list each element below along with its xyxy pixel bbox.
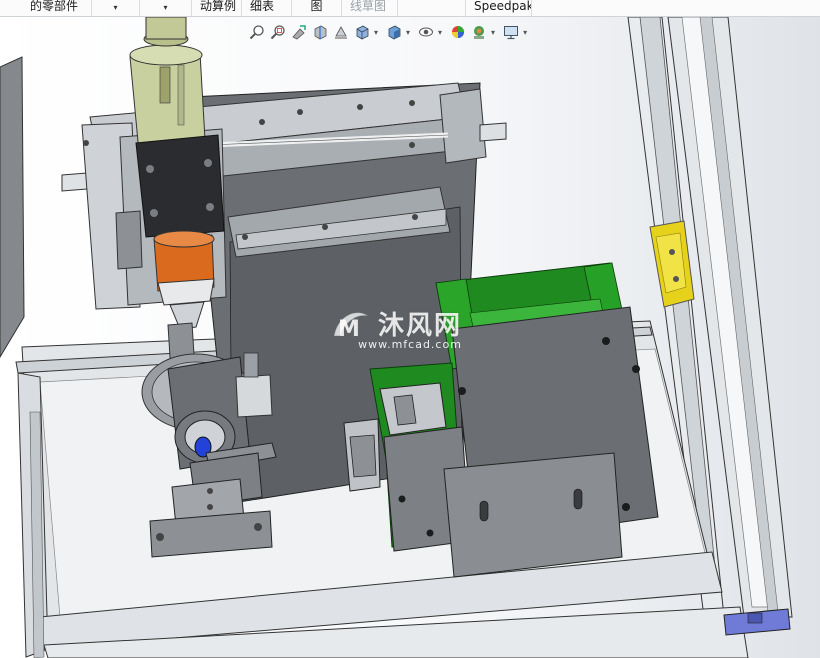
- tab-label: Speedpak: [474, 0, 532, 13]
- graphics-area[interactable]: ▾ ▾ ▾ ▾ ▾ M 沐风网 www.mfcad.com: [0, 17, 820, 658]
- chevron-down-icon[interactable]: ▾: [438, 28, 442, 37]
- chevron-down-icon[interactable]: ▾: [374, 28, 378, 37]
- zoom-to-fit-icon[interactable]: [248, 23, 266, 41]
- tab-layout-sketch[interactable]: 线草图: [342, 0, 398, 16]
- tab-dropdown-2[interactable]: ▾: [140, 0, 192, 16]
- display-style-icon[interactable]: [385, 23, 403, 41]
- tab-bill-of-materials[interactable]: 细表: [242, 0, 292, 16]
- tab-label: 动算例: [200, 0, 237, 13]
- zoom-to-area-icon[interactable]: [269, 23, 287, 41]
- heads-up-view-toolbar: ▾ ▾ ▾ ▾ ▾: [248, 23, 531, 41]
- tab-speedpak[interactable]: Speedpak: [466, 0, 532, 16]
- section-view-icon[interactable]: [311, 23, 329, 41]
- chevron-down-icon[interactable]: ▾: [523, 28, 527, 37]
- chevron-down-icon[interactable]: ▾: [406, 28, 410, 37]
- tab-empty[interactable]: [398, 0, 466, 16]
- tab-motion-study[interactable]: 动算例: [192, 0, 242, 16]
- tab-label: 细表: [250, 0, 275, 13]
- chevron-down-icon: ▾: [163, 3, 168, 12]
- apply-scene-icon[interactable]: [470, 23, 488, 41]
- solidworks-window: 的零部件 ▾ ▾ 动算例 细表 图 线草图 Speedpak ▾ ▾ ▾ ▾ ▾…: [0, 0, 820, 658]
- dynamic-annotation-icon[interactable]: [332, 23, 350, 41]
- tab-label: 线草图: [350, 0, 387, 13]
- view-settings-icon[interactable]: [502, 23, 520, 41]
- tab-drawing[interactable]: 图: [292, 0, 342, 16]
- tab-dropdown-1[interactable]: ▾: [92, 0, 140, 16]
- tab-label: 图: [310, 0, 323, 13]
- previous-view-icon[interactable]: [290, 23, 308, 41]
- tab-components[interactable]: 的零部件: [0, 0, 92, 16]
- chevron-down-icon: ▾: [113, 3, 118, 12]
- hide-show-items-icon[interactable]: [417, 23, 435, 41]
- command-manager-tabs: 的零部件 ▾ ▾ 动算例 细表 图 线草图 Speedpak: [0, 0, 820, 17]
- view-orientation-icon[interactable]: [353, 23, 371, 41]
- chevron-down-icon[interactable]: ▾: [491, 28, 495, 37]
- edit-appearance-icon[interactable]: [449, 23, 467, 41]
- tab-label: 的零部件: [30, 0, 79, 13]
- assembly-model-render[interactable]: [0, 17, 820, 658]
